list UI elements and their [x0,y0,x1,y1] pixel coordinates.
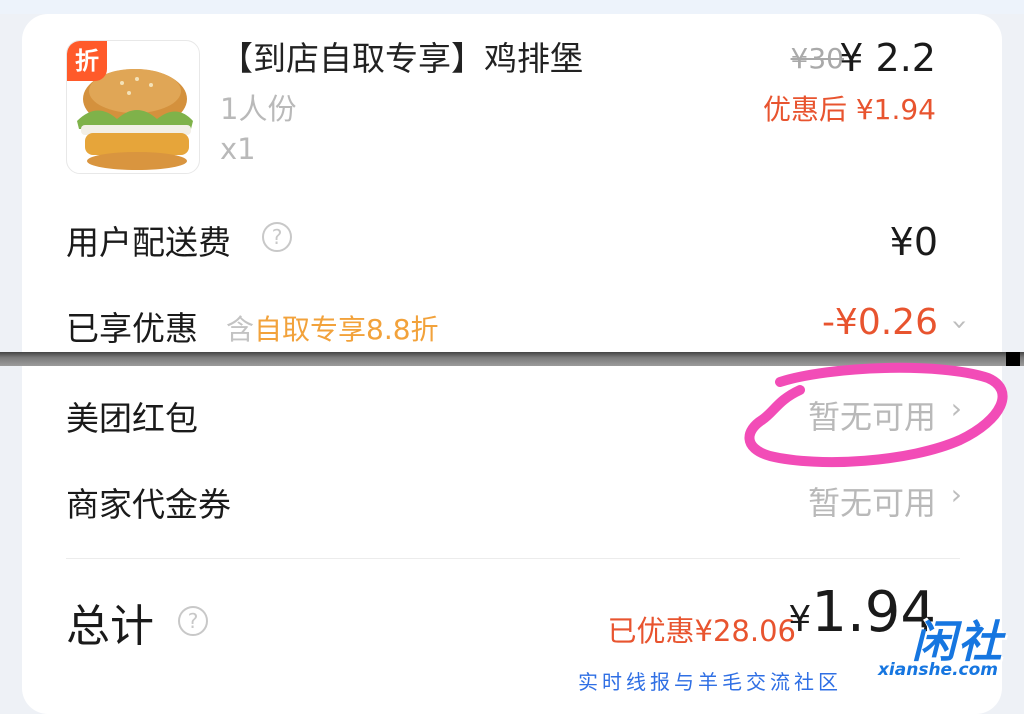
red-packet-label: 美团红包 [66,399,198,438]
merchant-voucher-label: 商家代金券 [66,485,231,524]
help-icon[interactable]: ? [178,606,208,636]
original-price: ¥30 [790,42,844,75]
section-divider [66,558,960,559]
total-label: 总计 [66,601,154,652]
annotation-circle [744,362,1008,468]
delivery-fee-label: 用户配送费 [66,223,231,262]
chevron-down-icon[interactable]: › [944,319,977,330]
merchant-voucher-value[interactable]: 暂无可用 [808,478,936,524]
total-currency: ¥ [788,599,812,640]
help-icon[interactable]: ? [262,222,292,252]
total-saved: 已优惠¥28.06 [607,614,796,648]
delivery-fee-value: ¥0 [889,220,938,264]
price-after-discount: 优惠后 ¥1.94 [762,93,936,126]
discount-value[interactable]: -¥0.26 [822,302,938,343]
top-strip [0,0,1024,14]
discount-tag: 折 [67,41,107,81]
product-title: 【到店自取专享】鸡排堡 [220,39,583,78]
product-portion: 1人份 [220,92,297,126]
discount-note-prefix: 含 [226,313,255,346]
discount-label: 已享优惠 [66,309,198,348]
current-price: ¥ 2.2 [839,36,936,80]
product-quantity: x1 [220,132,256,166]
watermark-site: xianshe.com [877,660,998,680]
discount-note: 含自取专享8.8折 [226,308,439,348]
discount-note-highlight: 自取专享8.8折 [254,313,439,346]
chevron-right-icon[interactable]: › [951,478,962,511]
product-thumbnail[interactable]: 折 [66,40,200,174]
watermark-slogan: 实时线报与羊毛交流社区 [578,670,842,694]
